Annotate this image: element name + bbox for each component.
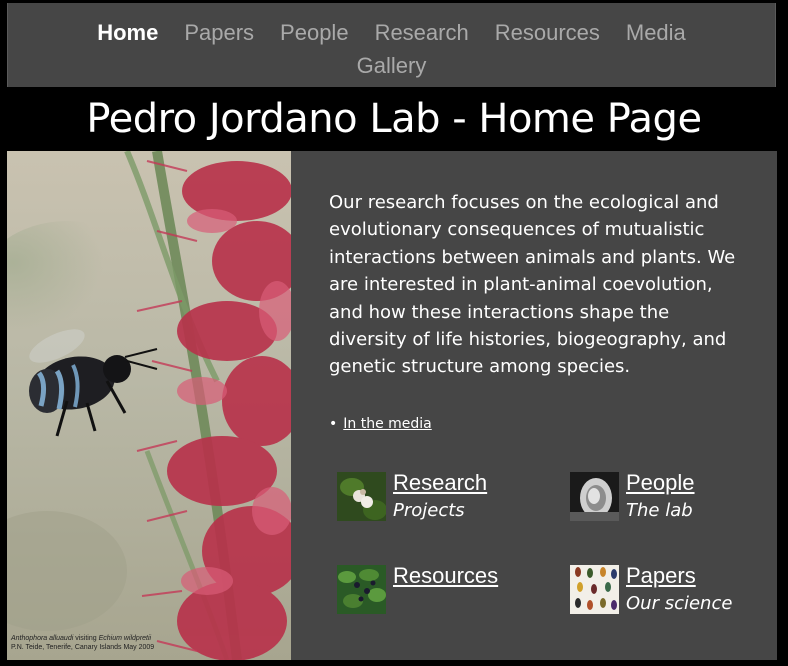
nav-row: Gallery — [8, 53, 775, 79]
nav-item-research[interactable]: Research — [375, 20, 469, 45]
card-papers: Papers Our science — [570, 563, 770, 625]
main-nav: Home Papers People Research Resources Media G… — [7, 3, 776, 87]
media-list-item: • In the media — [329, 416, 432, 432]
page-title: Pedro Jordano Lab - Home Page — [86, 96, 702, 142]
caption-species: Anthophora alluaudi — [11, 635, 74, 642]
papers-subtitle: Our science — [626, 593, 733, 614]
content-panel: Our research focuses on the ecological a… — [291, 151, 777, 660]
people-link[interactable]: People — [626, 470, 695, 496]
nav-item-people[interactable]: People — [280, 20, 349, 45]
intro-text: Our research focuses on the ecological a… — [329, 192, 736, 378]
nav-item-home[interactable]: Home — [97, 20, 158, 45]
research-link[interactable]: Research — [393, 470, 487, 496]
bullet-icon: • — [329, 416, 338, 432]
card-resources: Resources — [337, 563, 537, 625]
caption-text: visiting — [73, 635, 99, 642]
papers-link[interactable]: Papers — [626, 563, 696, 589]
caption-location: P.N. Teide, Tenerife, Canary Islands May… — [11, 644, 155, 651]
photo-caption: Anthophora alluaudi visiting Echium wild… — [11, 634, 154, 652]
people-subtitle: The lab — [626, 500, 693, 521]
people-thumbnail[interactable] — [570, 472, 619, 521]
nav-item-gallery[interactable]: Gallery — [357, 53, 427, 78]
nav-item-media[interactable]: Media — [626, 20, 686, 45]
papers-thumbnail[interactable] — [570, 565, 619, 614]
research-subtitle: Projects — [393, 500, 465, 521]
in-the-media-link[interactable]: In the media — [343, 416, 431, 432]
bee-flower-image — [7, 151, 291, 660]
research-thumbnail[interactable] — [337, 472, 386, 521]
resources-thumbnail[interactable] — [337, 565, 386, 614]
nav-item-papers[interactable]: Papers — [184, 20, 254, 45]
card-people: People The lab — [570, 470, 770, 532]
resources-link[interactable]: Resources — [393, 563, 498, 589]
card-research: Research Projects — [337, 470, 537, 532]
hero-photo: Anthophora alluaudi visiting Echium wild… — [7, 151, 291, 660]
caption-plant: Echium wildpretii — [98, 635, 152, 642]
nav-item-resources[interactable]: Resources — [495, 20, 600, 45]
nav-row: Home Papers People Research Resources Media — [8, 20, 775, 46]
